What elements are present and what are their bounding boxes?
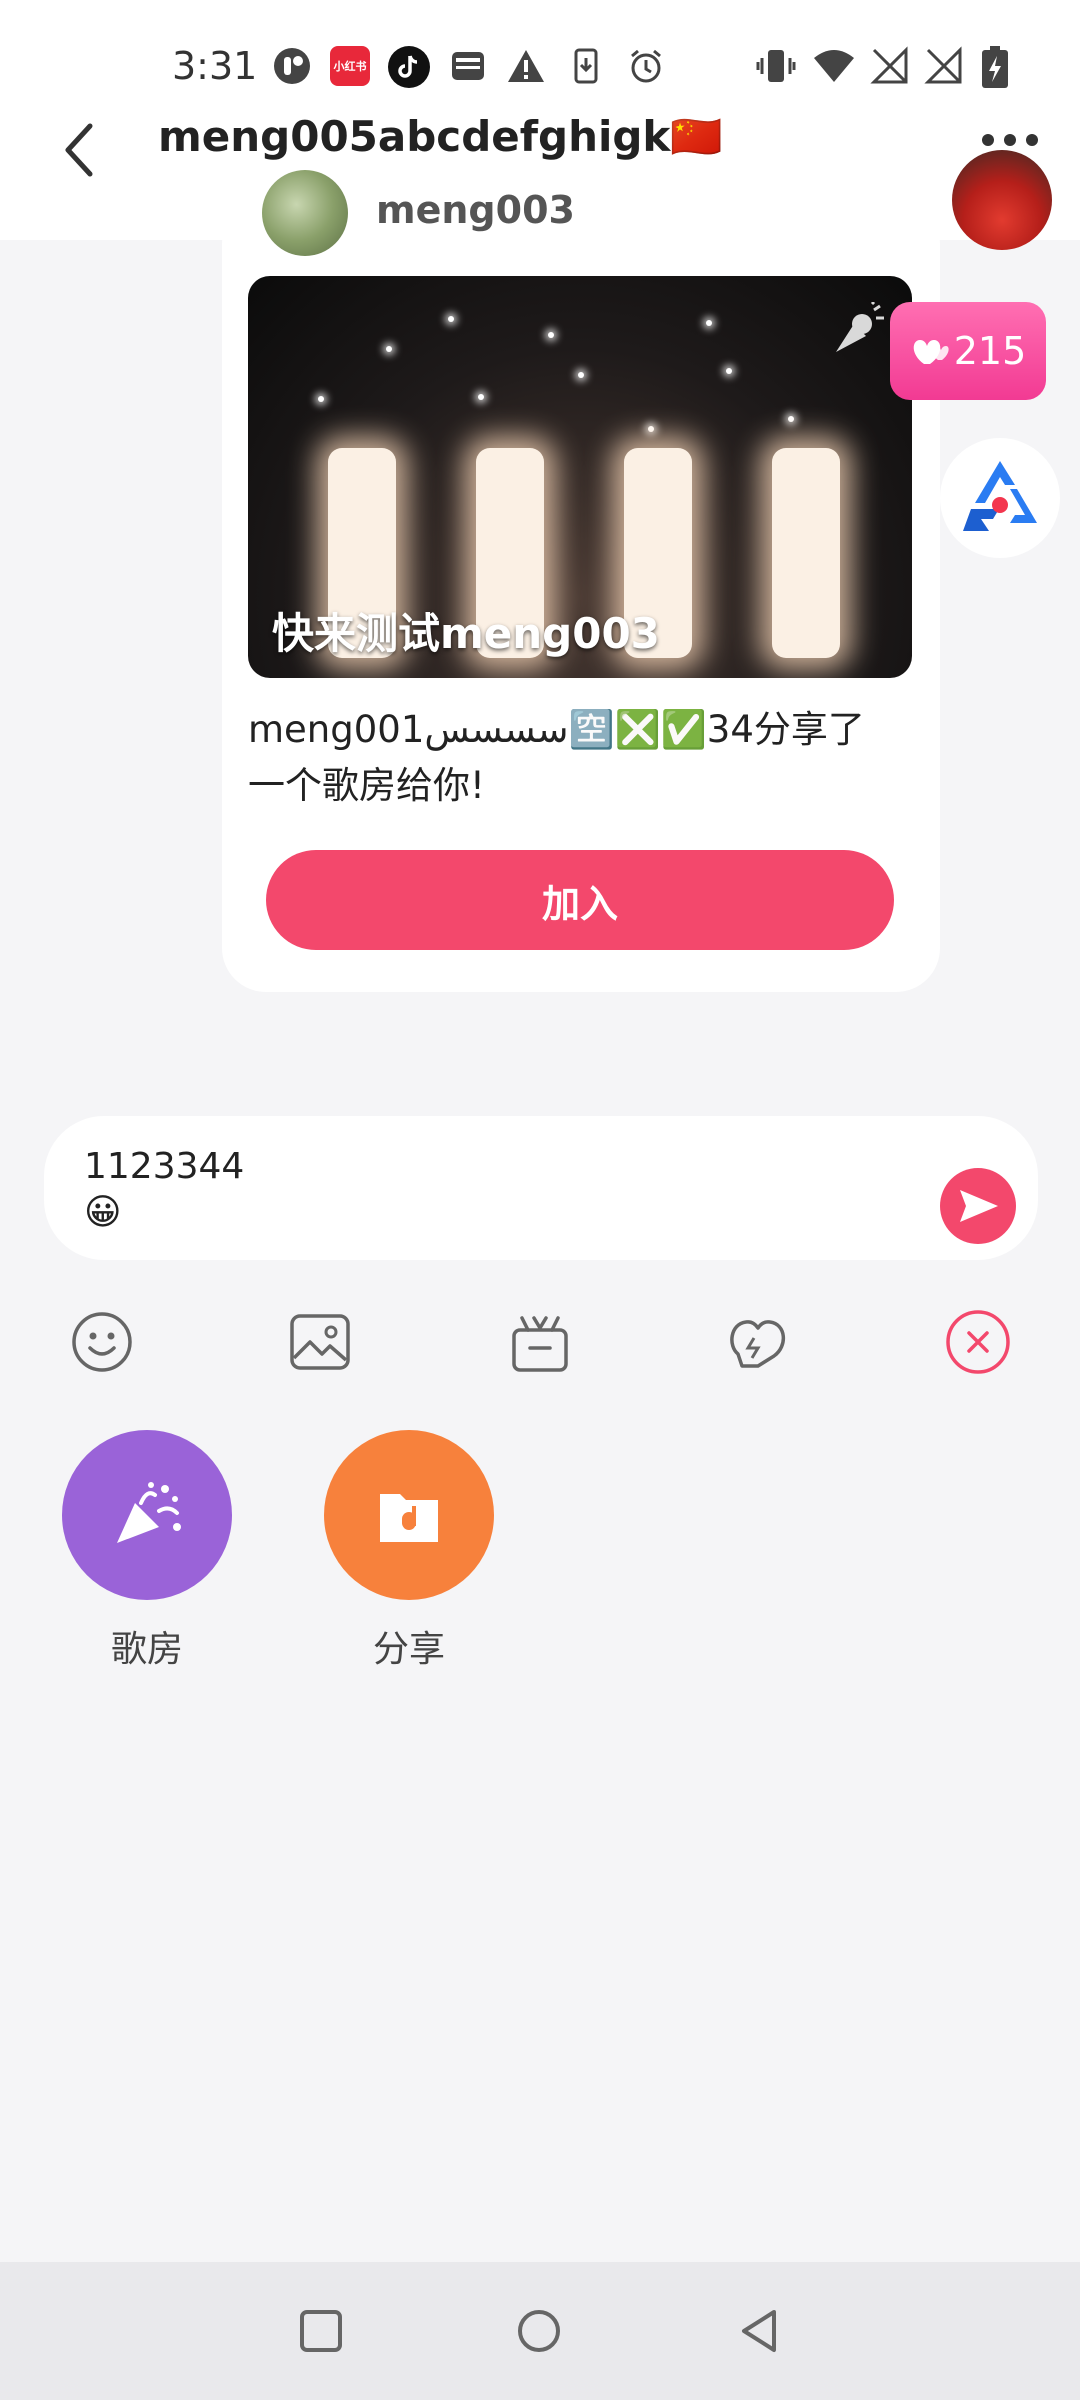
system-nav-bar	[0, 2262, 1080, 2400]
share-label: 分享	[372, 1629, 445, 1670]
no-signal-icon-2	[924, 46, 962, 84]
tiktok-icon	[388, 46, 430, 88]
recent-apps-button[interactable]	[296, 2306, 346, 2356]
wifi-icon	[814, 50, 854, 82]
sender-avatar[interactable]	[262, 170, 348, 256]
warning-icon	[508, 50, 544, 82]
music-folder-icon	[380, 1494, 438, 1542]
chat-title: meng005abcdefghigk🇨🇳	[158, 112, 723, 161]
share-message-text: meng001سسسس🈳❎✅34分享了一个歌房给你!	[248, 708, 865, 807]
vibrate-icon	[756, 50, 796, 82]
room-title: 快来测试meng003	[272, 609, 660, 658]
back-button[interactable]	[50, 110, 110, 190]
battery-charging-icon	[982, 46, 1008, 88]
alarm-icon	[631, 49, 661, 83]
heart-chat-icon[interactable]	[724, 1308, 792, 1376]
close-icon[interactable]	[944, 1308, 1012, 1376]
peer-avatar[interactable]	[952, 150, 1052, 250]
message-input-box[interactable]: 1123344 😀	[44, 1116, 1038, 1260]
home-button[interactable]	[514, 2306, 564, 2356]
microphone-icon	[836, 302, 884, 352]
message-input-text[interactable]: 1123344 😀	[84, 1144, 244, 1236]
karaoke-room-label: 歌房	[110, 1629, 183, 1670]
room-cover-image[interactable]: 快来测试meng003	[248, 276, 912, 678]
chat-screen: 3:31 小红书 meng005abcdefghigk🇨🇳 meng003 快来…	[0, 0, 1080, 2400]
party-popper-icon	[117, 1482, 181, 1543]
send-button[interactable]	[940, 1168, 1016, 1244]
send-icon	[960, 1190, 998, 1222]
download-icon	[574, 48, 598, 84]
gift-icon[interactable]	[506, 1308, 574, 1376]
feature-share[interactable]: 分享	[324, 1430, 494, 1672]
wallet-icon	[452, 52, 484, 80]
pill-icon	[274, 48, 310, 84]
image-icon[interactable]	[286, 1308, 354, 1376]
heart-count: 215	[953, 329, 1027, 373]
xiaohongshu-icon: 小红书	[330, 46, 370, 86]
more-options-icon[interactable]	[978, 130, 1042, 150]
karaoke-room-button[interactable]	[62, 1430, 232, 1600]
status-time: 3:31	[172, 44, 258, 88]
floating-logo-button[interactable]	[940, 438, 1060, 558]
sender-name: meng003	[376, 188, 575, 232]
triangle-logo-icon	[963, 461, 1037, 531]
heart-count-badge[interactable]: 215	[890, 302, 1046, 400]
join-button[interactable]: 加入	[266, 850, 894, 950]
no-signal-icon	[870, 46, 908, 84]
back-nav-button[interactable]	[734, 2306, 784, 2356]
emoji-icon[interactable]	[68, 1308, 136, 1376]
double-heart-icon	[913, 340, 949, 364]
feature-karaoke-room[interactable]: 歌房	[62, 1430, 232, 1672]
share-button[interactable]	[324, 1430, 494, 1600]
